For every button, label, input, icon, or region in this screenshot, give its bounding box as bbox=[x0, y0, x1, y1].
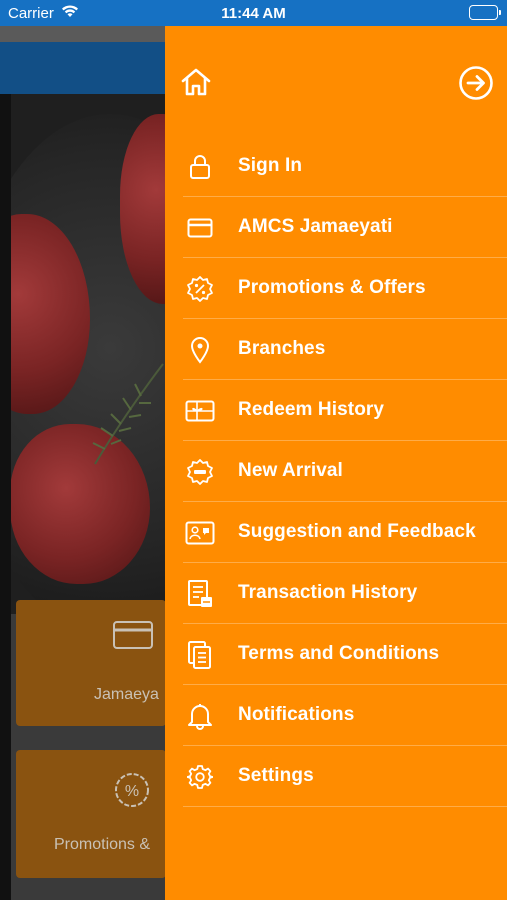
tile-label: Promotions & bbox=[54, 836, 151, 853]
menu-item-settings[interactable]: Settings bbox=[165, 746, 507, 807]
drawer-menu: Sign In AMCS Jamaeyati Promotions & Offe… bbox=[165, 136, 507, 807]
menu-item-sign-in[interactable]: Sign In bbox=[165, 136, 507, 197]
menu-item-label: Transaction History bbox=[238, 582, 418, 603]
arrow-circle-right-icon bbox=[459, 66, 493, 100]
card-icon bbox=[185, 213, 215, 243]
background-tile-jamaeyati: Jamaeya bbox=[16, 600, 165, 726]
menu-item-label: AMCS Jamaeyati bbox=[238, 216, 393, 237]
status-bar: Carrier 11:44 AM bbox=[0, 0, 507, 26]
logout-button[interactable] bbox=[458, 65, 494, 101]
tile-label: Jamaeya bbox=[94, 686, 159, 703]
home-button[interactable] bbox=[179, 65, 213, 99]
percent-badge-icon: % bbox=[112, 770, 152, 815]
background-screen: Jamaeya % Promotions & bbox=[0, 26, 165, 900]
menu-item-label: Terms and Conditions bbox=[238, 643, 440, 664]
battery-icon bbox=[469, 5, 501, 20]
receipt-icon bbox=[185, 579, 215, 609]
menu-item-branches[interactable]: Branches bbox=[165, 319, 507, 380]
gear-icon bbox=[185, 762, 215, 792]
svg-text:%: % bbox=[125, 783, 139, 800]
gift-card-icon bbox=[185, 396, 215, 426]
percent-badge-icon bbox=[185, 274, 215, 304]
card-icon bbox=[112, 620, 154, 655]
menu-item-label: Sign In bbox=[238, 155, 303, 176]
menu-item-label: Notifications bbox=[238, 704, 355, 725]
menu-item-new-arrival[interactable]: New Arrival bbox=[165, 441, 507, 502]
location-pin-icon bbox=[185, 335, 215, 365]
menu-item-notifications[interactable]: Notifications bbox=[165, 685, 507, 746]
menu-item-label: Settings bbox=[238, 765, 314, 786]
background-left-edge bbox=[0, 94, 11, 900]
menu-item-promotions[interactable]: Promotions & Offers bbox=[165, 258, 507, 319]
menu-item-terms[interactable]: Terms and Conditions bbox=[165, 624, 507, 685]
bell-icon bbox=[185, 701, 215, 731]
menu-item-label: Redeem History bbox=[238, 399, 385, 420]
clock: 11:44 AM bbox=[221, 5, 286, 22]
menu-item-amcs-jamaeyati[interactable]: AMCS Jamaeyati bbox=[165, 197, 507, 258]
menu-item-transaction-history[interactable]: Transaction History bbox=[165, 563, 507, 624]
side-drawer: Sign In AMCS Jamaeyati Promotions & Offe… bbox=[165, 26, 507, 900]
menu-item-redeem-history[interactable]: Redeem History bbox=[165, 380, 507, 441]
new-badge-icon bbox=[185, 457, 215, 487]
background-tile-promotions: % Promotions & bbox=[16, 750, 165, 878]
background-top-strip bbox=[0, 26, 165, 42]
lock-icon bbox=[185, 152, 215, 182]
home-icon bbox=[181, 68, 211, 96]
menu-item-label: New Arrival bbox=[238, 460, 343, 481]
feedback-icon bbox=[185, 518, 215, 548]
menu-item-label: Suggestion and Feedback bbox=[238, 521, 476, 542]
menu-item-label: Branches bbox=[238, 338, 326, 359]
hero-image bbox=[0, 94, 165, 614]
documents-icon bbox=[185, 640, 215, 670]
divider bbox=[183, 806, 507, 807]
background-header bbox=[0, 42, 165, 94]
menu-item-suggestion[interactable]: Suggestion and Feedback bbox=[165, 502, 507, 563]
menu-item-label: Promotions & Offers bbox=[238, 277, 426, 298]
rosemary-shape bbox=[92, 363, 164, 465]
